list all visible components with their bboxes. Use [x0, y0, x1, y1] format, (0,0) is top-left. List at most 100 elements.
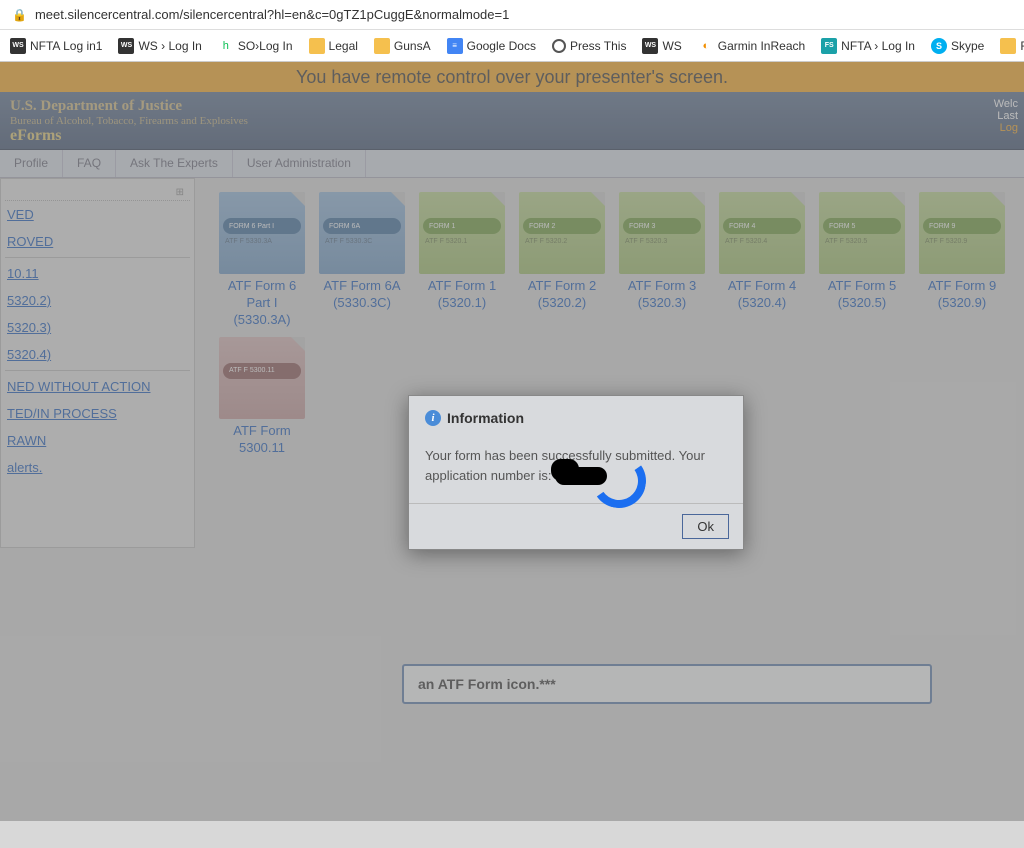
bookmark-label: Google Docs — [467, 39, 536, 53]
bookmark-icon — [309, 38, 325, 54]
tile-thumb: FORM 4ATF F 5320.4 — [719, 192, 805, 274]
tile-band: FORM 2 — [523, 218, 601, 234]
banner-text: You have remote control over your presen… — [296, 67, 728, 88]
form-tile[interactable]: FORM 5ATF F 5320.5 ATF Form 5(5320.5) — [819, 192, 905, 329]
bookmark-label: WS › Log In — [138, 39, 201, 53]
bookmark-item[interactable]: Financial — [996, 36, 1024, 56]
lock-icon: 🔒 — [12, 8, 27, 22]
bookmark-label: NFTA Log in1 — [30, 39, 102, 53]
tile-thumb: FORM 6AATF F 5330.3C — [319, 192, 405, 274]
tile-label: ATF Form 9(5320.9) — [919, 278, 1005, 312]
bookmarks-bar: WSNFTA Log in1WSWS › Log InhSO›Log InLeg… — [0, 30, 1024, 62]
logout-link[interactable]: Log — [994, 122, 1018, 134]
bookmark-icon: S — [931, 38, 947, 54]
bookmark-item[interactable]: h SO›Log In — [214, 36, 297, 56]
browser-address-bar[interactable]: 🔒 meet.silencercentral.com/silencercentr… — [0, 0, 1024, 30]
bookmark-item[interactable]: Press This — [548, 37, 630, 55]
form-tile[interactable]: FORM 9ATF F 5320.9 ATF Form 9(5320.9) — [919, 192, 1005, 329]
bookmark-icon: ≡ — [447, 38, 463, 54]
form-tile[interactable]: FORM 6AATF F 5330.3CATF Form 6A(5330.3C) — [319, 192, 405, 329]
bookmark-item[interactable]: ≡ Google Docs — [443, 36, 540, 56]
welcome-text: Welc — [994, 98, 1018, 110]
hint-text: an ATF Form icon.*** — [418, 676, 556, 692]
sidebar-item[interactable]: ROVED — [5, 228, 190, 255]
nav-tabs: ProfileFAQAsk The ExpertsUser Administra… — [0, 150, 1024, 178]
tile-label: ATF Form 6 Part I(5330.3A) — [219, 278, 305, 329]
bureau-line: Bureau of Alcohol, Tobacco, Firearms and… — [10, 115, 1014, 127]
tile-label: ATF Form 2(5320.2) — [519, 278, 605, 312]
sidebar-item[interactable]: 10.11 — [5, 260, 190, 287]
bookmark-label: Garmin InReach — [718, 39, 805, 53]
form-tile[interactable]: FORM 6 Part IATF F 5330.3AATF Form 6 Par… — [219, 192, 305, 329]
bookmark-icon — [1000, 38, 1016, 54]
tile-label: ATF Form 5(5320.5) — [819, 278, 905, 312]
tile-thumb: FORM 2ATF F 5320.2 — [519, 192, 605, 274]
bookmark-icon: FS — [821, 38, 837, 54]
sidebar-item[interactable]: 5320.2) — [5, 287, 190, 314]
sidebar-item[interactable]: VED — [5, 201, 190, 228]
modal-body: Your form has been successfully submitte… — [409, 436, 743, 503]
nav-tab[interactable]: FAQ — [63, 150, 116, 177]
bookmark-item[interactable]: SSkype — [927, 36, 988, 56]
bookmark-item[interactable]: Legal — [305, 36, 362, 56]
bookmark-icon: WS — [642, 38, 658, 54]
header-right: Welc Last Log — [994, 98, 1018, 134]
tile-band: FORM 9 — [923, 218, 1001, 234]
tile-band: FORM 5 — [823, 218, 901, 234]
tile-thumb: FORM 5ATF F 5320.5 — [819, 192, 905, 274]
tile-band: FORM 1 — [423, 218, 501, 234]
bookmark-label: Financial — [1020, 39, 1024, 53]
bookmark-label: NFTA › Log In — [841, 39, 915, 53]
sidebar-item[interactable]: alerts. — [5, 454, 190, 481]
modal-footer: Ok — [409, 503, 743, 549]
bookmark-item[interactable]: WS WS › Log In — [114, 36, 205, 56]
tile-label: ATF Form 5300.11 — [219, 423, 305, 457]
nav-tab[interactable]: Profile — [0, 150, 63, 177]
sidebar-item[interactable]: 5320.4) — [5, 341, 190, 368]
bookmark-label: SO›Log In — [238, 39, 293, 53]
nav-tab[interactable]: Ask The Experts — [116, 150, 233, 177]
form-tile[interactable]: FORM 3ATF F 5320.3 ATF Form 3(5320.3) — [619, 192, 705, 329]
sidebar-item[interactable]: NED WITHOUT ACTION — [5, 373, 190, 400]
tile-label: ATF Form 1(5320.1) — [419, 278, 505, 312]
modal-title: i Information — [409, 396, 743, 436]
bookmark-item[interactable]: GunsA — [370, 36, 435, 56]
bookmark-icon — [552, 39, 566, 53]
tile-thumb: FORM 3ATF F 5320.3 — [619, 192, 705, 274]
bookmark-icon — [374, 38, 390, 54]
modal-title-text: Information — [447, 410, 524, 426]
bookmark-icon: h — [218, 38, 234, 54]
bookmark-label: Press This — [570, 39, 626, 53]
sidebar-item[interactable]: RAWN — [5, 427, 190, 454]
doj-title: U.S. Department of Justice — [10, 98, 1014, 115]
bookmark-item[interactable]: WS WS — [638, 36, 685, 56]
tile-thumb: FORM 9ATF F 5320.9 — [919, 192, 1005, 274]
ok-button[interactable]: Ok — [682, 514, 729, 539]
tile-band: FORM 6 Part I — [223, 218, 301, 234]
form-tile[interactable]: FORM 2ATF F 5320.2 ATF Form 2(5320.2) — [519, 192, 605, 329]
bookmark-item[interactable]: ◐ Garmin InReach — [694, 36, 809, 56]
bookmark-icon: ◐ — [698, 38, 714, 54]
sidebar-item[interactable]: 5320.3) — [5, 314, 190, 341]
info-icon: i — [425, 410, 441, 426]
tile-thumb: FORM 6 Part IATF F 5330.3A — [219, 192, 305, 274]
form-tile[interactable]: FORM 1ATF F 5320.1ATF Form 1(5320.1) — [419, 192, 505, 329]
tile-label: ATF Form 3(5320.3) — [619, 278, 705, 312]
tile-band: ATF F 5300.11 — [223, 363, 301, 379]
atf-header: U.S. Department of Justice Bureau of Alc… — [0, 92, 1024, 150]
tile-thumb: ATF F 5300.11 — [219, 337, 305, 419]
bookmark-label: WS — [662, 39, 681, 53]
remote-control-banner: You have remote control over your presen… — [0, 62, 1024, 92]
bookmark-item[interactable]: WSNFTA Log in1 — [6, 36, 106, 56]
form-tile[interactable]: FORM 4ATF F 5320.4ATF Form 4(5320.4) — [719, 192, 805, 329]
bookmark-item[interactable]: FS NFTA › Log In — [817, 36, 919, 56]
tile-band: FORM 3 — [623, 218, 701, 234]
nav-tab[interactable]: User Administration — [233, 150, 366, 177]
form-tile[interactable]: ATF F 5300.11 ATF Form 5300.11 — [219, 337, 305, 457]
hint-box: an ATF Form icon.*** — [402, 664, 932, 704]
bookmark-icon: WS — [118, 38, 134, 54]
url-text: meet.silencercentral.com/silencercentral… — [35, 7, 509, 22]
sidebar-item[interactable]: TED/IN PROCESS — [5, 400, 190, 427]
tile-band: FORM 6A — [323, 218, 401, 234]
sidebar-collapse-icon[interactable]: ⊞ — [5, 185, 190, 201]
